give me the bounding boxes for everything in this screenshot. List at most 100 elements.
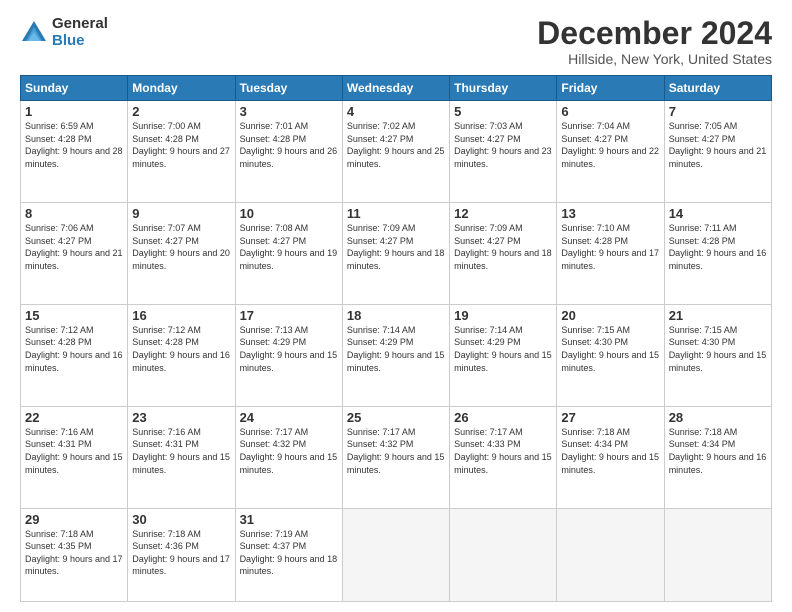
day-info: Sunrise: 7:15 AMSunset: 4:30 PMDaylight:… [669,324,767,374]
calendar-cell: 5Sunrise: 7:03 AMSunset: 4:27 PMDaylight… [450,101,557,203]
calendar-day-header: Wednesday [342,76,449,101]
day-number: 25 [347,410,445,425]
day-info: Sunrise: 7:11 AMSunset: 4:28 PMDaylight:… [669,222,767,272]
calendar-week-row: 29Sunrise: 7:18 AMSunset: 4:35 PMDayligh… [21,508,772,601]
day-info: Sunrise: 7:12 AMSunset: 4:28 PMDaylight:… [25,324,123,374]
day-number: 9 [132,206,230,221]
calendar-cell: 31Sunrise: 7:19 AMSunset: 4:37 PMDayligh… [235,508,342,601]
calendar-day-header: Friday [557,76,664,101]
day-info: Sunrise: 7:18 AMSunset: 4:34 PMDaylight:… [669,426,767,476]
calendar-cell: 12Sunrise: 7:09 AMSunset: 4:27 PMDayligh… [450,203,557,305]
day-info: Sunrise: 7:18 AMSunset: 4:35 PMDaylight:… [25,528,123,578]
day-number: 6 [561,104,659,119]
day-number: 18 [347,308,445,323]
calendar-cell [450,508,557,601]
day-info: Sunrise: 7:09 AMSunset: 4:27 PMDaylight:… [454,222,552,272]
calendar-cell: 17Sunrise: 7:13 AMSunset: 4:29 PMDayligh… [235,304,342,406]
day-info: Sunrise: 7:05 AMSunset: 4:27 PMDaylight:… [669,120,767,170]
day-number: 7 [669,104,767,119]
day-number: 31 [240,512,338,527]
day-info: Sunrise: 7:12 AMSunset: 4:28 PMDaylight:… [132,324,230,374]
calendar-header-row: SundayMondayTuesdayWednesdayThursdayFrid… [21,76,772,101]
day-number: 14 [669,206,767,221]
day-info: Sunrise: 7:17 AMSunset: 4:32 PMDaylight:… [347,426,445,476]
calendar-day-header: Monday [128,76,235,101]
calendar-cell: 23Sunrise: 7:16 AMSunset: 4:31 PMDayligh… [128,406,235,508]
calendar-week-row: 15Sunrise: 7:12 AMSunset: 4:28 PMDayligh… [21,304,772,406]
day-info: Sunrise: 7:16 AMSunset: 4:31 PMDaylight:… [25,426,123,476]
day-number: 8 [25,206,123,221]
day-number: 30 [132,512,230,527]
calendar-cell [342,508,449,601]
calendar-cell: 26Sunrise: 7:17 AMSunset: 4:33 PMDayligh… [450,406,557,508]
day-info: Sunrise: 7:01 AMSunset: 4:28 PMDaylight:… [240,120,338,170]
day-info: Sunrise: 7:02 AMSunset: 4:27 PMDaylight:… [347,120,445,170]
calendar-cell: 30Sunrise: 7:18 AMSunset: 4:36 PMDayligh… [128,508,235,601]
calendar-cell: 16Sunrise: 7:12 AMSunset: 4:28 PMDayligh… [128,304,235,406]
calendar-day-header: Saturday [664,76,771,101]
day-number: 19 [454,308,552,323]
day-info: Sunrise: 7:10 AMSunset: 4:28 PMDaylight:… [561,222,659,272]
day-number: 3 [240,104,338,119]
calendar-cell: 29Sunrise: 7:18 AMSunset: 4:35 PMDayligh… [21,508,128,601]
calendar-week-row: 1Sunrise: 6:59 AMSunset: 4:28 PMDaylight… [21,101,772,203]
day-number: 4 [347,104,445,119]
day-info: Sunrise: 7:19 AMSunset: 4:37 PMDaylight:… [240,528,338,578]
day-number: 21 [669,308,767,323]
day-number: 23 [132,410,230,425]
calendar-cell: 14Sunrise: 7:11 AMSunset: 4:28 PMDayligh… [664,203,771,305]
day-number: 20 [561,308,659,323]
day-number: 15 [25,308,123,323]
day-number: 26 [454,410,552,425]
day-number: 10 [240,206,338,221]
calendar-cell: 19Sunrise: 7:14 AMSunset: 4:29 PMDayligh… [450,304,557,406]
day-info: Sunrise: 7:18 AMSunset: 4:36 PMDaylight:… [132,528,230,578]
day-info: Sunrise: 7:03 AMSunset: 4:27 PMDaylight:… [454,120,552,170]
day-number: 16 [132,308,230,323]
calendar-day-header: Thursday [450,76,557,101]
logo: General Blue [20,16,108,49]
calendar-cell [557,508,664,601]
main-title: December 2024 [537,16,772,51]
day-info: Sunrise: 7:07 AMSunset: 4:27 PMDaylight:… [132,222,230,272]
day-number: 22 [25,410,123,425]
calendar-cell: 1Sunrise: 6:59 AMSunset: 4:28 PMDaylight… [21,101,128,203]
calendar-day-header: Sunday [21,76,128,101]
day-number: 2 [132,104,230,119]
day-number: 5 [454,104,552,119]
calendar-cell: 9Sunrise: 7:07 AMSunset: 4:27 PMDaylight… [128,203,235,305]
calendar-week-row: 22Sunrise: 7:16 AMSunset: 4:31 PMDayligh… [21,406,772,508]
day-info: Sunrise: 7:06 AMSunset: 4:27 PMDaylight:… [25,222,123,272]
day-info: Sunrise: 6:59 AMSunset: 4:28 PMDaylight:… [25,120,123,170]
calendar-cell: 2Sunrise: 7:00 AMSunset: 4:28 PMDaylight… [128,101,235,203]
day-number: 1 [25,104,123,119]
day-number: 17 [240,308,338,323]
day-info: Sunrise: 7:14 AMSunset: 4:29 PMDaylight:… [347,324,445,374]
logo-text: General Blue [52,16,108,49]
calendar-cell: 13Sunrise: 7:10 AMSunset: 4:28 PMDayligh… [557,203,664,305]
calendar-cell: 15Sunrise: 7:12 AMSunset: 4:28 PMDayligh… [21,304,128,406]
day-info: Sunrise: 7:15 AMSunset: 4:30 PMDaylight:… [561,324,659,374]
day-info: Sunrise: 7:17 AMSunset: 4:33 PMDaylight:… [454,426,552,476]
calendar-cell: 10Sunrise: 7:08 AMSunset: 4:27 PMDayligh… [235,203,342,305]
calendar-cell: 8Sunrise: 7:06 AMSunset: 4:27 PMDaylight… [21,203,128,305]
calendar-cell: 18Sunrise: 7:14 AMSunset: 4:29 PMDayligh… [342,304,449,406]
calendar-cell: 6Sunrise: 7:04 AMSunset: 4:27 PMDaylight… [557,101,664,203]
day-info: Sunrise: 7:17 AMSunset: 4:32 PMDaylight:… [240,426,338,476]
subtitle: Hillside, New York, United States [537,51,772,67]
calendar-day-header: Tuesday [235,76,342,101]
day-number: 28 [669,410,767,425]
day-number: 27 [561,410,659,425]
calendar: SundayMondayTuesdayWednesdayThursdayFrid… [20,75,772,602]
page: General Blue December 2024 Hillside, New… [0,0,792,612]
header: General Blue December 2024 Hillside, New… [20,16,772,67]
day-number: 11 [347,206,445,221]
calendar-cell: 3Sunrise: 7:01 AMSunset: 4:28 PMDaylight… [235,101,342,203]
calendar-cell: 27Sunrise: 7:18 AMSunset: 4:34 PMDayligh… [557,406,664,508]
calendar-cell: 22Sunrise: 7:16 AMSunset: 4:31 PMDayligh… [21,406,128,508]
calendar-cell: 7Sunrise: 7:05 AMSunset: 4:27 PMDaylight… [664,101,771,203]
calendar-cell: 25Sunrise: 7:17 AMSunset: 4:32 PMDayligh… [342,406,449,508]
logo-icon [20,19,48,47]
day-info: Sunrise: 7:16 AMSunset: 4:31 PMDaylight:… [132,426,230,476]
logo-general: General [52,16,108,33]
